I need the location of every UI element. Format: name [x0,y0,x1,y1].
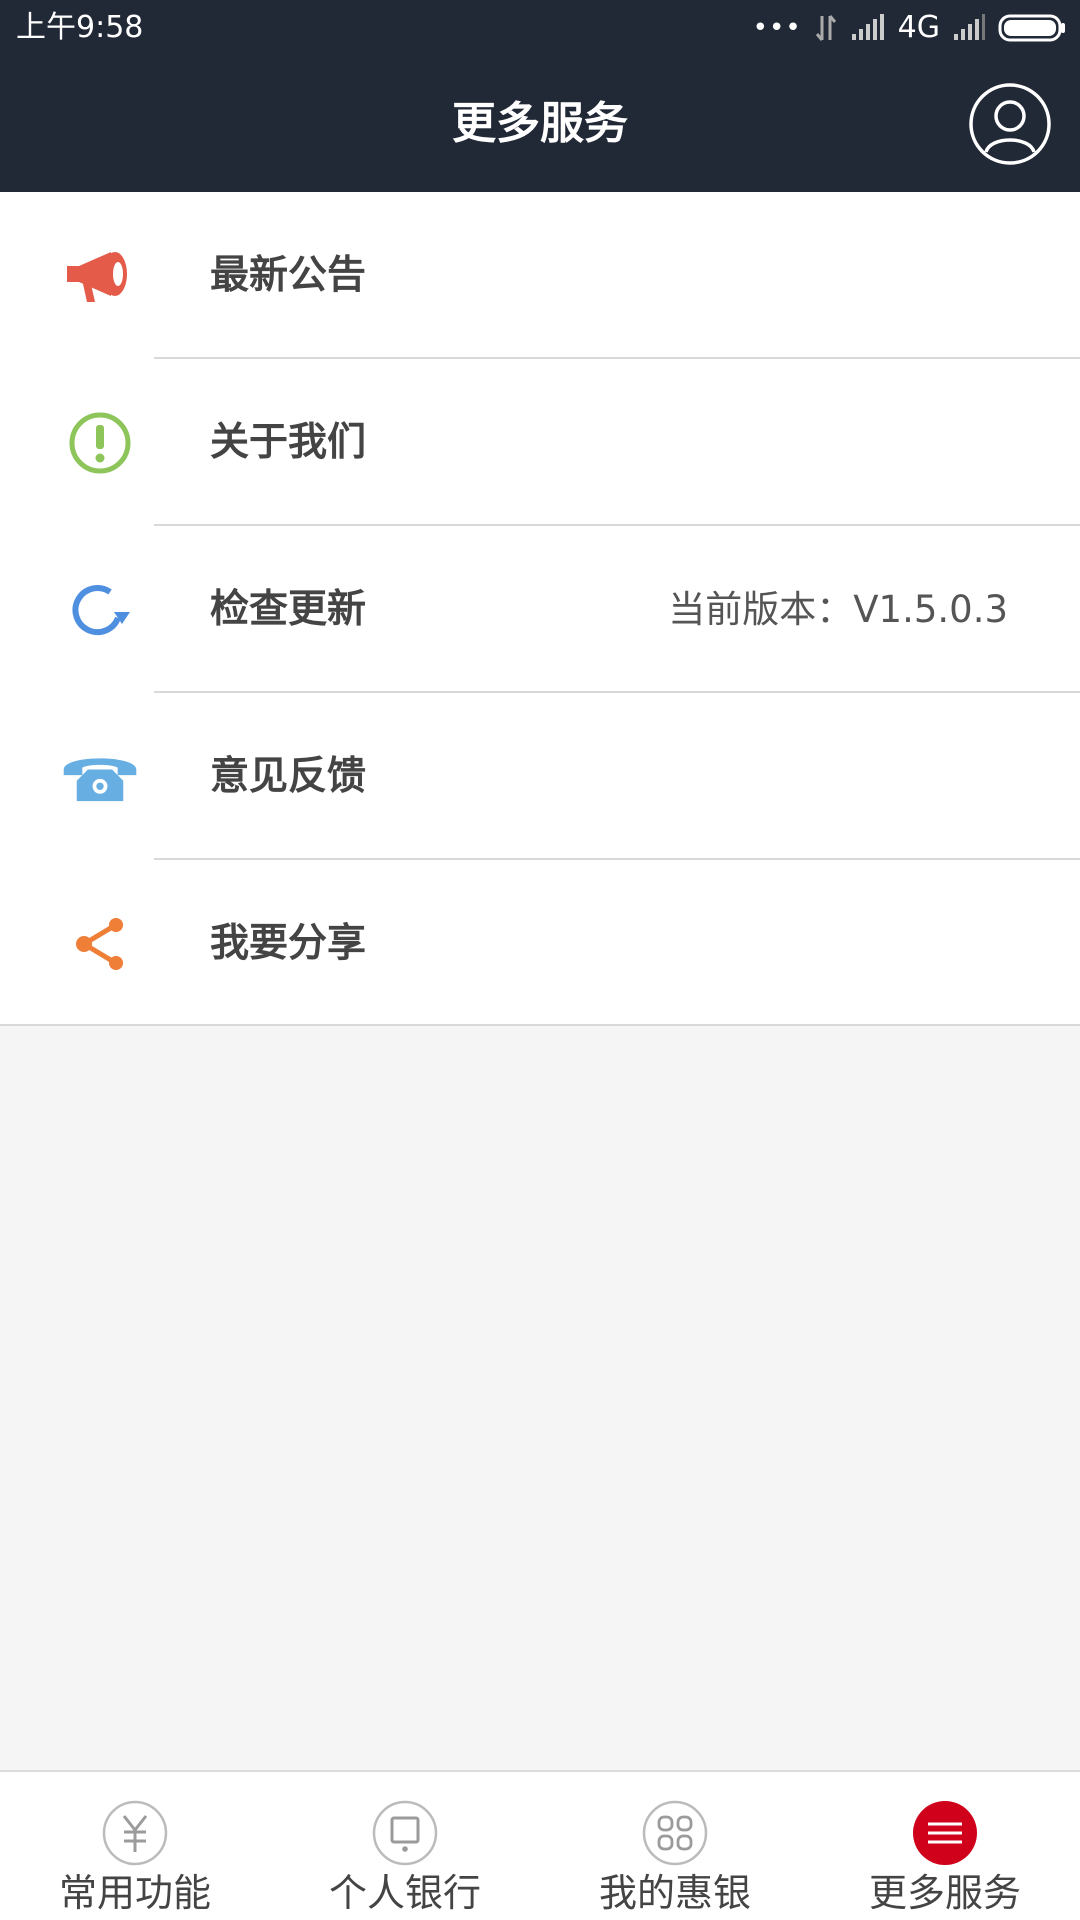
info-icon [60,409,140,477]
network-type: 4G [897,10,940,45]
menu-item-label: 意见反馈 [210,754,367,799]
data-transfer-icon [815,15,836,41]
menu-icon [912,1800,978,1866]
menu-item-share[interactable]: 我要分享 [0,860,1080,1027]
yen-icon [102,1800,168,1866]
refresh-icon [60,576,140,644]
share-icon [60,910,140,978]
service-menu-list: 最新公告 关于我们 检查更新 当前版本：V1.5.0.3 意见反馈 我要分享 [0,192,1080,1026]
phone-icon [60,743,140,811]
grid-icon [642,1800,708,1866]
user-avatar-button[interactable] [968,82,1052,166]
battery-icon [998,14,1065,42]
user-icon [969,83,1051,165]
status-dots: ••• [752,13,802,43]
menu-item-label: 关于我们 [210,420,367,465]
status-time: 上午9:58 [16,10,144,45]
status-indicators: ••• 4G [753,10,1066,46]
signal-icon-secondary [954,14,985,40]
menu-item-about-us[interactable]: 关于我们 [0,359,1080,526]
page-title: 更多服务 [452,98,628,149]
bottom-tab-bar: 常用功能 个人银行 我的惠银 更多服务 [0,1770,1080,1920]
top-bar: 上午9:58 ••• 4G 更多服务 [0,0,1080,192]
tab-label: 我的惠银 [598,1871,751,1915]
menu-item-announcements[interactable]: 最新公告 [0,192,1080,359]
menu-item-label: 检查更新 [210,587,367,632]
monitor-icon [372,1800,438,1866]
current-version-text: 当前版本：V1.5.0.3 [668,588,1008,631]
megaphone-icon [60,242,140,310]
tab-label: 更多服务 [868,1871,1021,1915]
status-bar: 上午9:58 ••• 4G [0,0,1080,56]
tab-my-huiyin[interactable]: 我的惠银 [540,1772,810,1920]
menu-item-label: 我要分享 [210,921,367,966]
signal-icon [851,14,884,40]
tab-personal-banking[interactable]: 个人银行 [270,1772,540,1920]
menu-item-label: 最新公告 [210,253,367,298]
tab-common-functions[interactable]: 常用功能 [0,1772,270,1920]
menu-item-feedback[interactable]: 意见反馈 [0,693,1080,860]
tab-more-services[interactable]: 更多服务 [810,1772,1080,1920]
tab-label: 常用功能 [58,1871,211,1915]
menu-item-check-update[interactable]: 检查更新 当前版本：V1.5.0.3 [0,526,1080,693]
tab-label: 个人银行 [328,1871,481,1915]
